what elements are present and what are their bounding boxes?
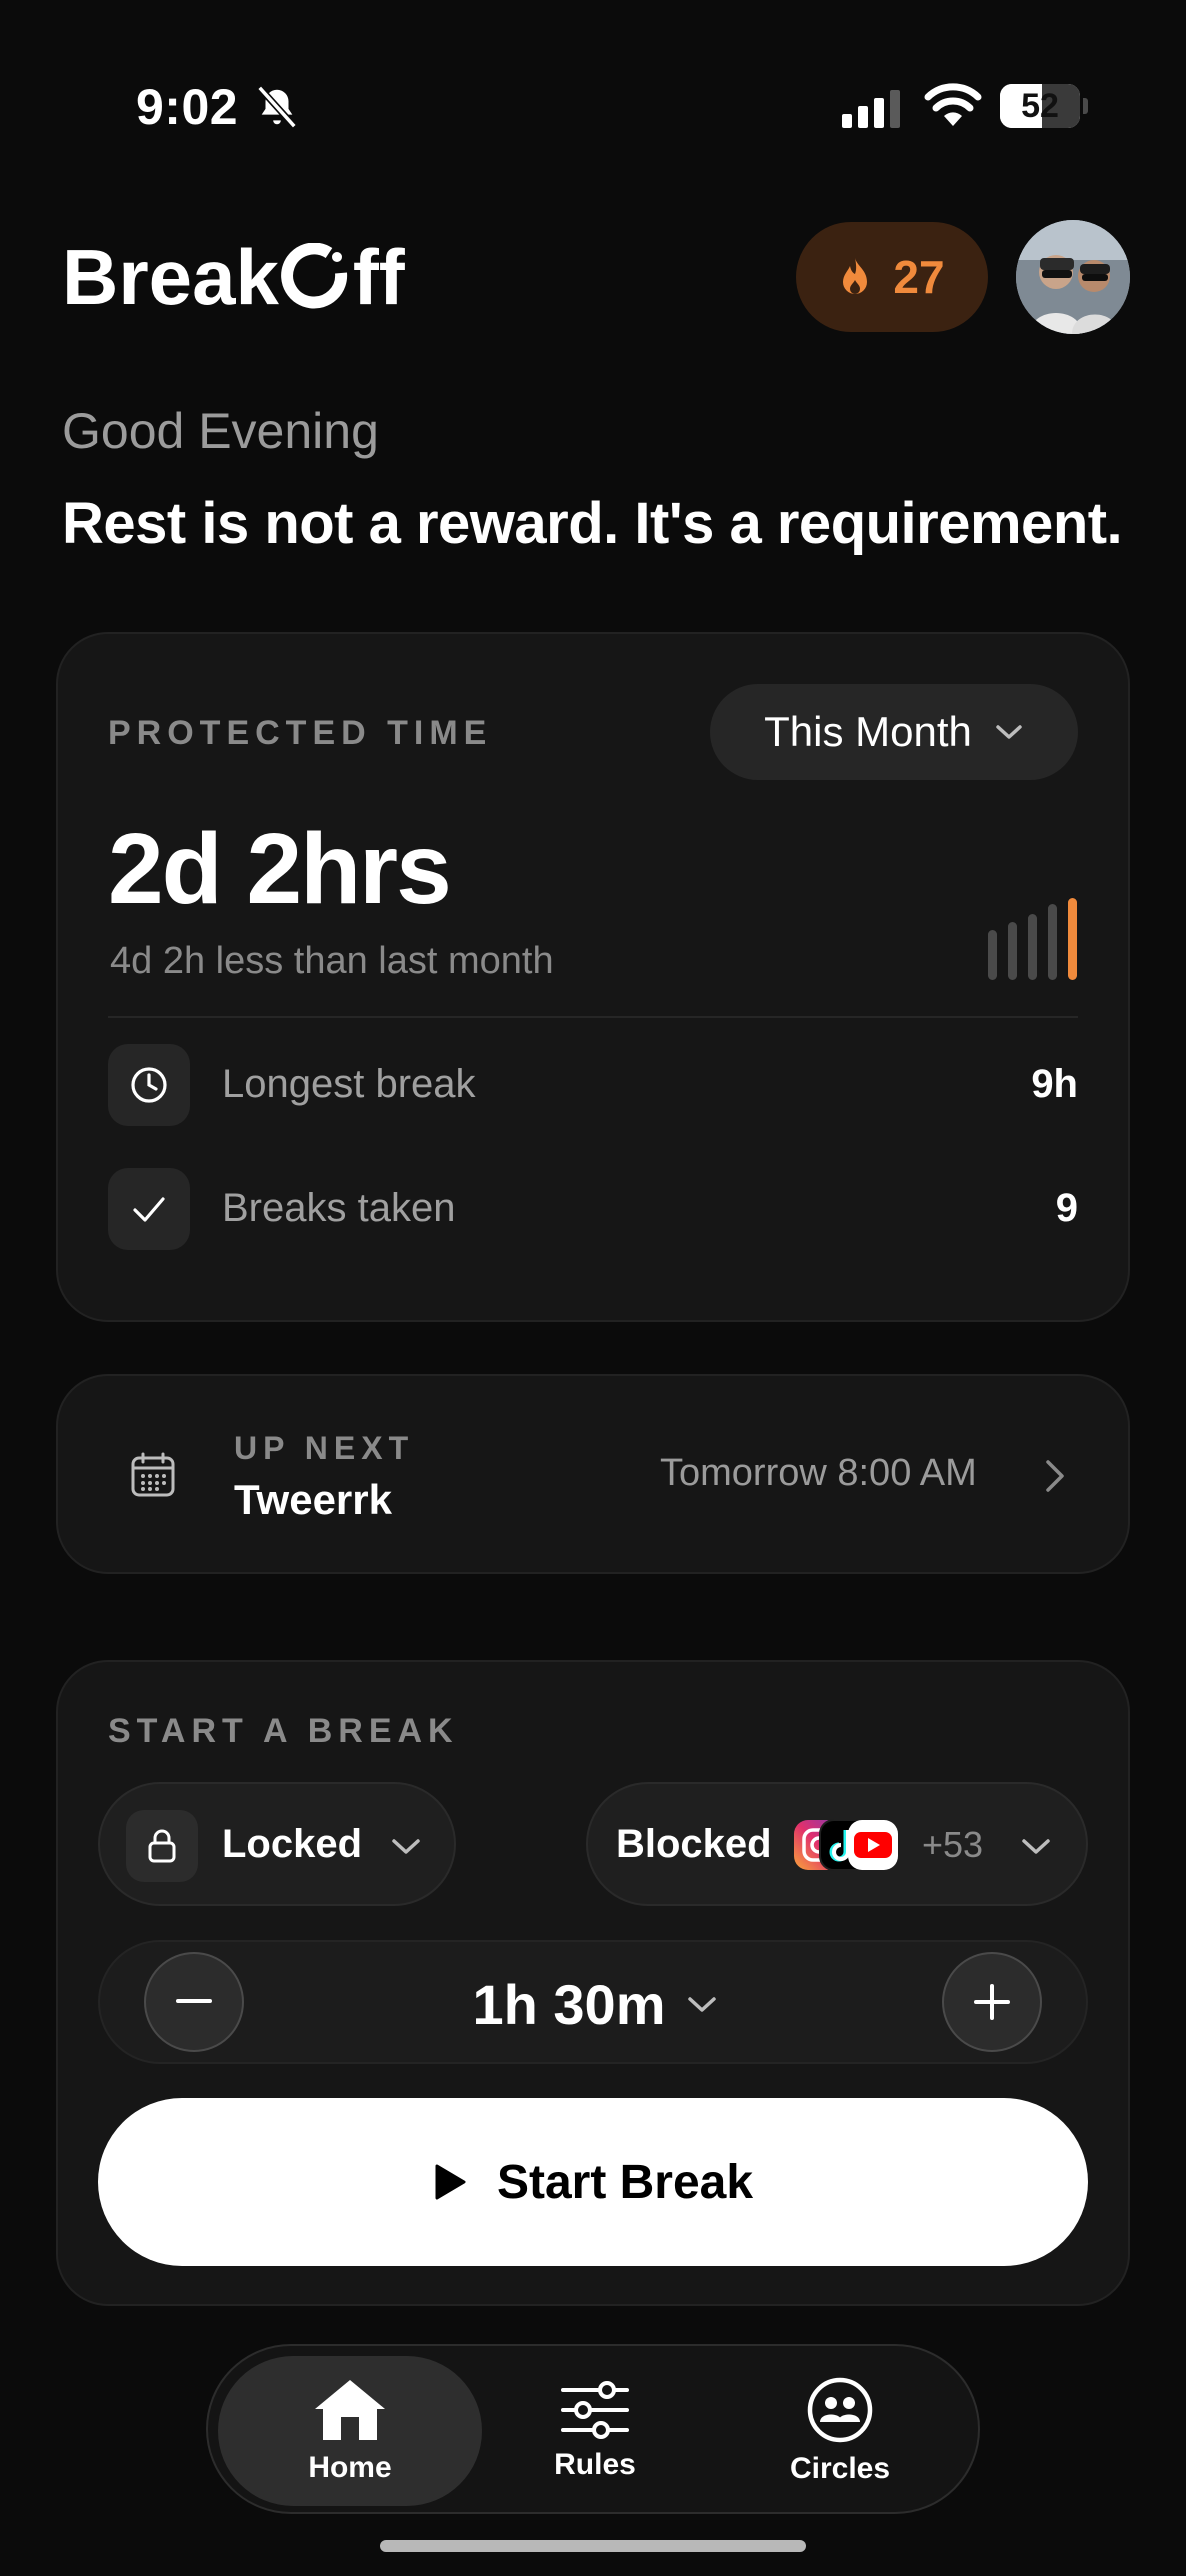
blocked-apps-dropdown[interactable]: Blocked +53 [586,1782,1088,1906]
youtube-icon [848,1820,898,1870]
period-dropdown[interactable]: This Month [710,684,1078,780]
tagline-text: Rest is not a reward. It's a requirement… [62,491,1123,556]
bar-trend-icon [988,898,1077,980]
plus-icon [974,1984,1010,2020]
streak-badge[interactable]: 27 [796,222,988,332]
home-indicator [380,2540,806,2552]
chevron-down-icon [687,1997,716,2012]
wifi-icon [924,83,982,126]
lock-icon-box [126,1810,198,1882]
app-logo: Break ff [62,232,405,323]
clock-icon [131,1067,167,1103]
tab-home-label: Home [308,2451,392,2484]
duration-value: 1h 30m [472,1972,666,2036]
start-break-button[interactable]: Start Break [98,2098,1088,2266]
logo-prefix: Break [62,233,279,321]
minus-icon [176,1999,212,2003]
status-time: 9:02 [136,79,239,135]
greeting-text: Good Evening [62,403,379,459]
tab-circles-label: Circles [789,2452,891,2485]
bell-muted-icon [257,85,297,129]
stat-icon-breaks [108,1168,190,1250]
up-next-eyebrow: UP NEXT [234,1430,415,1466]
battery-percent: 52 [1021,87,1059,125]
up-next-title: Tweerrk [234,1476,392,1523]
duration-stepper: 1h 30m [98,1940,1088,2064]
home-icon [315,2380,385,2440]
chevron-down-icon [996,725,1022,739]
battery-indicator: 52 [1000,84,1088,128]
cellular-signal-icon [842,90,900,128]
bottom-tab-bar: Home Rules Circles [206,2344,980,2514]
chevron-down-icon [392,1839,420,1854]
play-icon [435,2164,466,2200]
period-label: This Month [764,708,972,755]
logo-suffix: ff [352,233,405,321]
protected-time-eyebrow: PROTECTED TIME [108,714,493,752]
tab-rules[interactable]: Rules [463,2356,727,2506]
stats-divider [108,1016,1078,1018]
logo-power-ring-icon [281,242,347,308]
increase-duration-button[interactable] [942,1952,1042,2052]
avatar-photo [1016,220,1130,334]
stat-icon-longest [108,1044,190,1126]
chevron-down-icon [1022,1839,1050,1854]
lock-icon [148,1829,176,1863]
chevron-right-icon [1046,1460,1064,1492]
sliders-icon [561,2381,629,2439]
up-next-time: Tomorrow 8:00 AM [660,1452,977,1494]
profile-avatar[interactable] [1016,220,1130,334]
start-break-eyebrow: START A BREAK [108,1712,459,1750]
stat-label-longest: Longest break [222,1062,476,1106]
mode-label: Locked [222,1822,363,1866]
stat-value-breaks: 9 [1055,1186,1078,1230]
flame-icon [843,258,868,294]
people-icon [807,2377,873,2443]
blocked-app-icons [794,1819,898,1871]
check-icon [133,1197,165,1222]
tab-circles[interactable]: Circles [708,2356,972,2506]
mode-dropdown[interactable]: Locked [98,1782,456,1906]
calendar-icon [131,1452,175,1497]
stat-value-longest: 9h [1031,1062,1078,1106]
blocked-label: Blocked [616,1822,772,1866]
streak-count: 27 [893,251,945,303]
tab-rules-label: Rules [554,2448,636,2481]
stat-label-breaks: Breaks taken [222,1186,456,1230]
protected-time-comparison: 4d 2h less than last month [110,940,554,982]
tab-home[interactable]: Home [218,2356,482,2506]
decrease-duration-button[interactable] [144,1952,244,2052]
blocked-more-count: +53 [922,1824,984,1865]
start-break-label: Start Break [496,2155,754,2209]
protected-time-value: 2d 2hrs [108,813,452,925]
